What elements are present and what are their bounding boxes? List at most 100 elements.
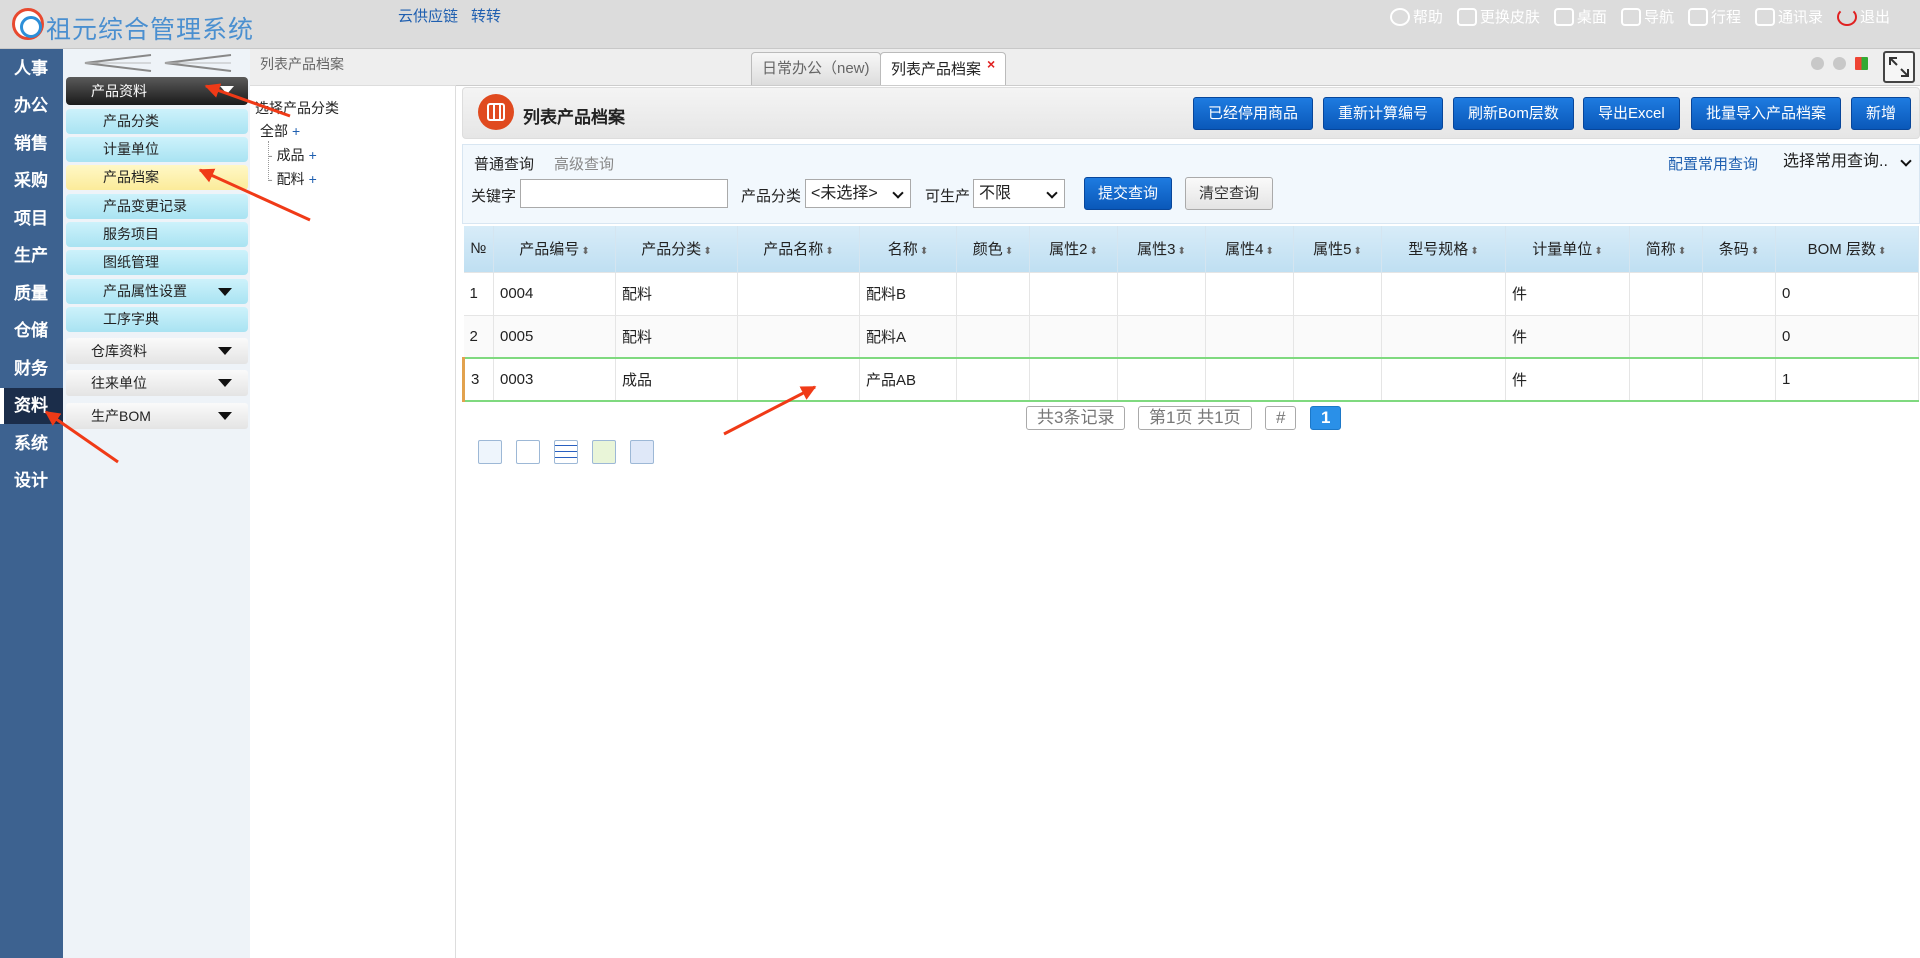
table-cell[interactable] xyxy=(1205,357,1294,402)
sidebar-item-process-dict[interactable]: 工序字典 xyxy=(66,307,248,332)
table-cell[interactable] xyxy=(956,357,1030,402)
sidebar-item-drawing[interactable]: 图纸管理 xyxy=(66,250,248,275)
sort-icon[interactable]: ⬍ xyxy=(1353,246,1361,257)
plus-icon[interactable]: + xyxy=(309,171,317,187)
col-header-model[interactable]: 型号规格 ⬍ xyxy=(1381,226,1506,272)
scroll-right-icon[interactable] xyxy=(1833,57,1846,70)
table-cell[interactable] xyxy=(1381,357,1506,402)
table-cell[interactable] xyxy=(1629,357,1703,402)
table-cell[interactable]: 1 xyxy=(463,271,494,315)
col-header-attr2[interactable]: 属性2 ⬍ xyxy=(1029,226,1118,272)
sidebar-item-product-archive[interactable]: 产品档案 xyxy=(66,165,248,190)
sidebar-item-unit[interactable]: 计量单位 xyxy=(66,137,248,162)
table-cell[interactable] xyxy=(1702,314,1776,358)
nav-item-production[interactable]: 生产 xyxy=(0,238,63,274)
table-cell[interactable] xyxy=(1117,357,1206,402)
top-link-zhuanzhuan[interactable]: 转转 xyxy=(471,5,501,26)
table-cell[interactable]: 0 xyxy=(1775,271,1919,315)
col-header-attr5[interactable]: 属性5 ⬍ xyxy=(1293,226,1382,272)
table-cell[interactable]: 件 xyxy=(1505,357,1630,402)
sort-icon[interactable]: ⬍ xyxy=(920,246,928,257)
table-cell[interactable] xyxy=(1702,357,1776,402)
table-cell[interactable]: 配料 xyxy=(615,314,738,358)
table-cell[interactable] xyxy=(1117,314,1206,358)
collapse-sidebar-button[interactable] xyxy=(71,51,243,75)
tab-advanced-query[interactable]: 高级查询 xyxy=(554,153,614,174)
edit-icon[interactable] xyxy=(592,440,616,464)
table-cell[interactable]: 配料 xyxy=(615,271,738,315)
nav-item-finance[interactable]: 财务 xyxy=(0,351,63,387)
top-link-cloud-supply[interactable]: 云供应链 xyxy=(398,5,458,26)
producible-select[interactable]: 不限 xyxy=(973,179,1065,208)
nav-item-sales[interactable]: 销售 xyxy=(0,126,63,162)
tree-node-ingredient[interactable]: - 配料 + xyxy=(268,169,317,189)
export-excel-button[interactable]: 导出Excel xyxy=(1583,97,1680,130)
table-cell[interactable] xyxy=(1293,271,1382,315)
table-cell[interactable] xyxy=(737,271,860,315)
tab-product-archive[interactable]: 列表产品档案 × xyxy=(880,52,1007,85)
col-header-no[interactable]: № xyxy=(463,226,494,272)
sort-icon[interactable]: ⬍ xyxy=(1265,246,1273,257)
col-header-short[interactable]: 简称 ⬍ xyxy=(1629,226,1703,272)
desktop-button[interactable]: 桌面 xyxy=(1553,6,1607,27)
table-cell[interactable]: 产品AB xyxy=(859,357,957,402)
sort-icon[interactable]: ⬍ xyxy=(1470,246,1478,257)
sort-icon[interactable]: ⬍ xyxy=(825,246,833,257)
table-cell[interactable] xyxy=(1381,314,1506,358)
table-cell[interactable] xyxy=(1293,314,1382,358)
table-row[interactable]: 3 0003 成品 产品AB 件 1 xyxy=(462,357,1919,402)
batch-import-button[interactable]: 批量导入产品档案 xyxy=(1691,97,1842,130)
help-button[interactable]: 帮助 xyxy=(1389,6,1443,27)
tab-daily-office[interactable]: 日常办公（new) xyxy=(751,52,881,85)
table-cell[interactable] xyxy=(1381,271,1506,315)
nav-item-system[interactable]: 系统 xyxy=(0,426,63,462)
sort-icon[interactable]: ⬍ xyxy=(1089,246,1097,257)
table-view-icon[interactable] xyxy=(554,440,578,464)
table-cell[interactable] xyxy=(1629,271,1703,315)
tab-normal-query[interactable]: 普通查询 xyxy=(474,153,534,174)
col-header-color[interactable]: 颜色 ⬍ xyxy=(956,226,1030,272)
table-cell[interactable] xyxy=(1293,357,1382,402)
table-cell[interactable]: 0003 xyxy=(493,357,616,402)
common-query-select[interactable]: 选择常用查询.. xyxy=(1778,148,1918,177)
col-header-code[interactable]: 产品编号 ⬍ xyxy=(493,226,616,272)
nav-item-quality[interactable]: 质量 xyxy=(0,276,63,312)
nav-item-design[interactable]: 设计 xyxy=(0,463,63,499)
col-header-name[interactable]: 名称 ⬍ xyxy=(859,226,957,272)
nav-item-project[interactable]: 项目 xyxy=(0,201,63,237)
sort-icon[interactable]: ⬍ xyxy=(1751,246,1759,257)
table-cell[interactable] xyxy=(1117,271,1206,315)
table-cell[interactable]: 配料A xyxy=(859,314,957,358)
table-cell[interactable] xyxy=(1205,271,1294,315)
nav-item-warehouse[interactable]: 仓储 xyxy=(0,313,63,349)
table-cell[interactable] xyxy=(1029,314,1118,358)
recalc-code-button[interactable]: 重新计算编号 xyxy=(1323,97,1444,130)
table-row[interactable]: 2 0005 配料 配料A 件 0 xyxy=(463,314,1919,358)
layout-icon[interactable] xyxy=(478,440,502,464)
table-cell[interactable] xyxy=(956,314,1030,358)
sort-icon[interactable]: ⬍ xyxy=(581,246,589,257)
table-cell[interactable] xyxy=(737,314,860,358)
sort-icon[interactable]: ⬍ xyxy=(1005,246,1013,257)
sidebar-item-product-change-log[interactable]: 产品变更记录 xyxy=(66,194,248,219)
sidebar-item-product-category[interactable]: 产品分类 xyxy=(66,109,248,134)
nav-item-office[interactable]: 办公 xyxy=(0,88,63,124)
logout-button[interactable]: 退出 xyxy=(1836,6,1890,27)
nav-item-data[interactable]: 资料 xyxy=(0,388,63,424)
table-cell[interactable] xyxy=(737,357,860,402)
table-cell[interactable]: 0005 xyxy=(493,314,616,358)
sidebar-item-service[interactable]: 服务项目 xyxy=(66,222,248,247)
config-common-query-link[interactable]: 配置常用查询 xyxy=(1668,153,1758,174)
add-column-icon[interactable] xyxy=(630,440,654,464)
table-cell[interactable]: 0004 xyxy=(493,271,616,315)
table-cell[interactable] xyxy=(1029,357,1118,402)
scroll-left-icon[interactable] xyxy=(1811,57,1824,70)
col-header-attr3[interactable]: 属性3 ⬍ xyxy=(1117,226,1206,272)
plus-icon[interactable]: + xyxy=(309,147,317,163)
table-cell[interactable]: 3 xyxy=(462,357,494,402)
col-header-product-name[interactable]: 产品名称 ⬍ xyxy=(737,226,860,272)
pager-page-1[interactable]: 1 xyxy=(1310,406,1342,430)
sort-icon[interactable]: ⬍ xyxy=(703,246,711,257)
col-header-category[interactable]: 产品分类 ⬍ xyxy=(615,226,738,272)
nav-item-hr[interactable]: 人事 xyxy=(0,51,63,87)
